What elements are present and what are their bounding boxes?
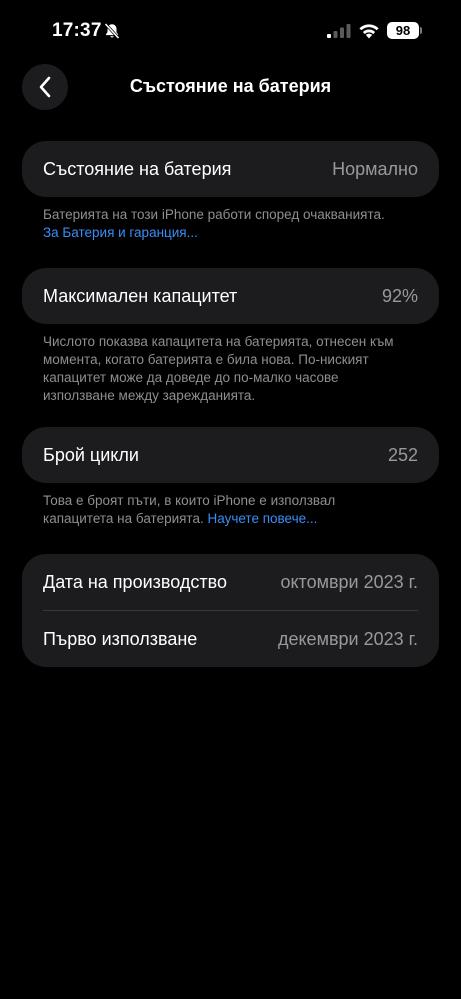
battery-indicator: 98 [387, 22, 419, 39]
bell-slash-icon [104, 22, 120, 40]
max-capacity-label: Максимален капацитет [43, 285, 238, 306]
manufacture-date-value: октомври 2023 г. [280, 571, 418, 592]
first-use-value: декември 2023 г. [277, 628, 418, 649]
cycle-count-footnote: Това е броят пъти, в които iPhone е изпо… [43, 492, 403, 528]
max-capacity-row: Максимален капацитет 92% [22, 268, 439, 324]
battery-health-card[interactable]: Състояние на батерия Нормално [22, 141, 439, 197]
status-time: 17:37 [52, 20, 102, 41]
status-bar: 17:37 98 [0, 0, 461, 60]
cycle-count-row: Брой цикли 252 [22, 427, 439, 483]
manufacture-date-label: Дата на производство [43, 571, 227, 592]
battery-health-value: Нормално [332, 158, 418, 179]
battery-health-footnote-text: Батерията на този iPhone работи според о… [43, 207, 385, 222]
battery-tip [420, 27, 422, 34]
first-use-label: Първо използване [43, 628, 198, 649]
battery-health-label: Състояние на батерия [43, 158, 232, 179]
cycle-count-card: Брой цикли 252 [22, 427, 439, 483]
wifi-icon [359, 24, 379, 39]
max-capacity-footnote: Числото показва капацитета на батерията,… [43, 334, 394, 403]
page-title: Състояние на батерия [129, 76, 332, 96]
max-capacity-value: 92% [381, 285, 418, 306]
max-capacity-card: Максимален капацитет 92% [22, 268, 439, 324]
first-use-row: Първо използване декември 2023 г. [22, 611, 439, 667]
battery-health-footnote: Батерията на този iPhone работи според о… [43, 206, 403, 242]
battery-health-row[interactable]: Състояние на батерия Нормално [22, 141, 439, 197]
cycle-count-label: Брой цикли [43, 444, 139, 465]
manufacture-date-row: Дата на производство октомври 2023 г. [22, 554, 439, 610]
dates-card: Дата на производство октомври 2023 г. Пъ… [22, 554, 439, 667]
battery-warranty-link[interactable]: За Батерия и гаранция... [43, 225, 198, 240]
learn-more-link[interactable]: Научете повече... [207, 511, 317, 526]
cycle-count-value: 252 [387, 444, 418, 465]
cellular-signal-icon [327, 24, 351, 38]
